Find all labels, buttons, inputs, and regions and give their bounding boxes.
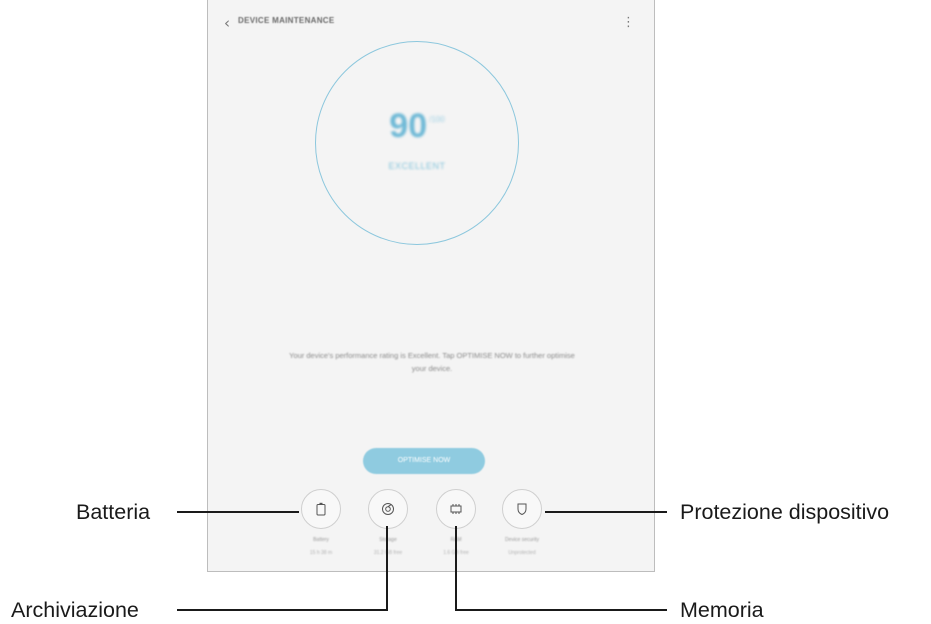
security-tile-button[interactable] <box>502 489 542 529</box>
storage-callout-vline <box>386 526 388 610</box>
callout-security: Protezione dispositivo <box>680 500 890 524</box>
score-value: 90 <box>389 107 428 145</box>
battery-callout-line <box>177 511 299 513</box>
callout-battery: Batteria <box>76 500 151 524</box>
score-display: 90/100 <box>316 107 518 146</box>
battery-tile-value: 15 h 38 m <box>309 550 333 556</box>
status-message: Your device's performance rating is Exce… <box>289 351 575 373</box>
back-arrow-icon[interactable]: ‹ <box>218 14 236 32</box>
shield-icon <box>516 502 528 516</box>
more-options-icon[interactable]: ⋮ <box>622 14 635 32</box>
callout-memory: Memoria <box>680 598 764 622</box>
storage-tile-label: Storage <box>379 537 397 543</box>
callout-storage: Archiviazione <box>11 598 139 622</box>
storage-icon <box>381 502 395 516</box>
score-gauge: 90/100 EXCELLENT <box>315 41 519 245</box>
battery-tile-label: Battery <box>313 537 329 543</box>
score-unit: /100 <box>429 115 445 124</box>
battery-tile-button[interactable] <box>301 489 341 529</box>
security-tile-value: Unprotected <box>508 550 536 556</box>
page-title: DEVICE MAINTENANCE <box>238 16 335 25</box>
optimize-now-button[interactable]: OPTIMISE NOW <box>363 448 485 474</box>
memory-callout-hline <box>455 609 667 611</box>
score-status: EXCELLENT <box>388 161 446 171</box>
memory-callout-vline <box>455 526 457 610</box>
storage-tile-value: 31.2 GB free <box>373 550 403 556</box>
security-callout-line <box>545 511 667 513</box>
memory-tile-button[interactable] <box>436 489 476 529</box>
storage-tile-button[interactable] <box>368 489 408 529</box>
device-screen: ‹ DEVICE MAINTENANCE ⋮ 90/100 EXCELLENT … <box>207 0 655 572</box>
battery-icon <box>315 502 327 516</box>
security-tile-label: Device security <box>505 537 539 543</box>
memory-chip-icon <box>449 503 463 515</box>
storage-callout-hline <box>177 609 388 611</box>
